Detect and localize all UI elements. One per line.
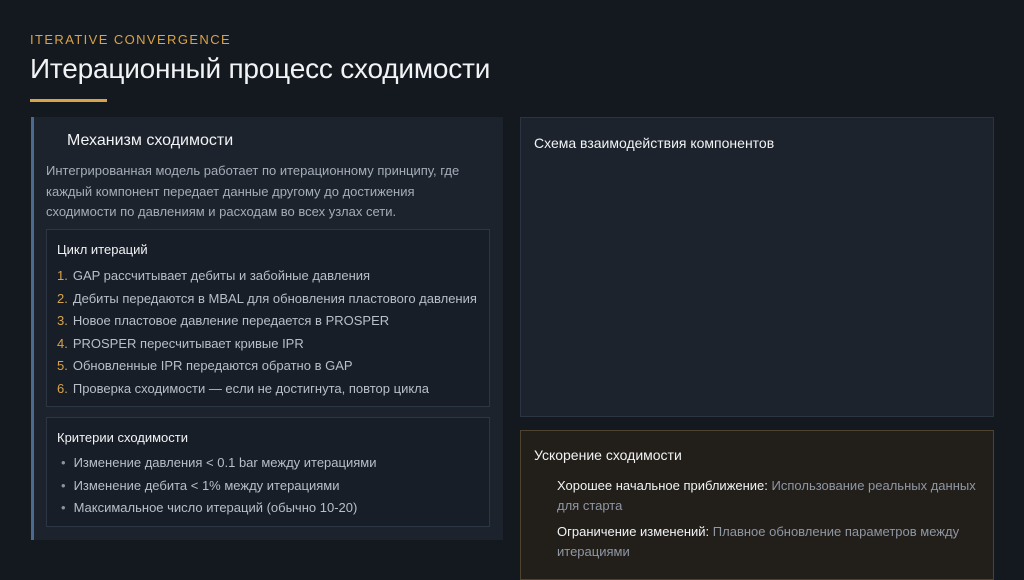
eyebrow-label: ITERATIVE CONVERGENCE xyxy=(30,32,232,47)
step-number: 4. xyxy=(57,335,68,351)
mechanism-panel: Механизм сходимости Интегрированная моде… xyxy=(31,117,503,540)
list-item: 5. Обновленные IPR передаются обратно в G… xyxy=(57,355,489,378)
criteria-list: • Изменение давления < 0.1 bar между итер… xyxy=(61,452,489,520)
step-text: PROSPER пересчитывает кривые IPR xyxy=(72,335,304,351)
iteration-cycle-title: Цикл итераций xyxy=(57,242,148,257)
list-item: Хорошее начальное приближение: Использов… xyxy=(557,476,987,516)
step-text: GAP рассчитывает дебиты и забойные давле… xyxy=(72,268,371,283)
step-text: Проверка сходимости — если не достигнута… xyxy=(72,380,429,396)
mechanism-description: Интегрированная модель работает по итера… xyxy=(46,163,460,219)
criteria-box: Критерии сходимости • Изменение давления … xyxy=(46,417,490,527)
criteria-text: Изменение давления < 0.1 bar между итера… xyxy=(73,455,377,470)
step-text: Дебиты передаются в MBAL для обновления … xyxy=(72,290,477,306)
list-item: • Изменение дебита < 1% между итерациями xyxy=(61,475,489,498)
diagram-panel: Схема взаимодействия компонентов xyxy=(520,117,994,417)
list-item: 2. Дебиты передаются в MBAL для обновлени… xyxy=(57,288,489,311)
list-item: 4. PROSPER пересчитывает кривые IPR xyxy=(57,333,489,356)
mechanism-title: Механизм сходимости xyxy=(67,132,234,149)
bullet-icon: • xyxy=(61,477,66,493)
acceleration-item-label: Хорошее начальное приближение: xyxy=(557,478,768,493)
page-header: ITERATIVE CONVERGENCE Итерационный проце… xyxy=(30,32,490,102)
list-item: 6. Проверка сходимости — если не достигну… xyxy=(57,378,489,401)
page-title: Итерационный процесс сходимости xyxy=(30,53,491,84)
list-item: • Максимальное число итераций (обычно 10-… xyxy=(61,497,489,520)
title-underline xyxy=(30,99,107,102)
acceleration-item-label: Ограничение изменений: xyxy=(557,524,710,539)
iteration-steps-list: 1. GAP рассчитывает дебиты и забойные дав… xyxy=(57,265,489,401)
step-number: 1. xyxy=(57,268,68,283)
acceleration-panel: Ускорение сходимости Хорошее начальное п… xyxy=(520,430,994,580)
diagram-title: Схема взаимодействия компонентов xyxy=(534,135,775,151)
bullet-icon: • xyxy=(61,455,66,470)
step-number: 2. xyxy=(57,290,68,306)
criteria-title: Критерии сходимости xyxy=(57,430,188,445)
iteration-cycle-box: Цикл итераций 1. GAP рассчитывает дебиты … xyxy=(46,229,490,407)
bullet-icon: • xyxy=(61,500,66,516)
criteria-text: Изменение дебита < 1% между итерациями xyxy=(73,477,340,493)
list-item: Ограничение изменений: Плавное обновлени… xyxy=(557,522,987,562)
criteria-text: Максимальное число итераций (обычно 10-2… xyxy=(73,500,358,516)
acceleration-list: Хорошее начальное приближение: Использов… xyxy=(557,476,987,568)
list-item: • Изменение давления < 0.1 bar между итер… xyxy=(61,452,489,475)
step-text: Обновленные IPR передаются обратно в GAP xyxy=(72,358,353,374)
list-item: 1. GAP рассчитывает дебиты и забойные дав… xyxy=(57,265,489,288)
step-number: 3. xyxy=(57,313,68,329)
step-text: Новое пластовое давление передается в PR… xyxy=(72,313,390,329)
list-item: 3. Новое пластовое давление передается в … xyxy=(57,310,489,333)
step-number: 6. xyxy=(57,380,68,396)
acceleration-title: Ускорение сходимости xyxy=(534,447,682,463)
step-number: 5. xyxy=(57,358,68,374)
